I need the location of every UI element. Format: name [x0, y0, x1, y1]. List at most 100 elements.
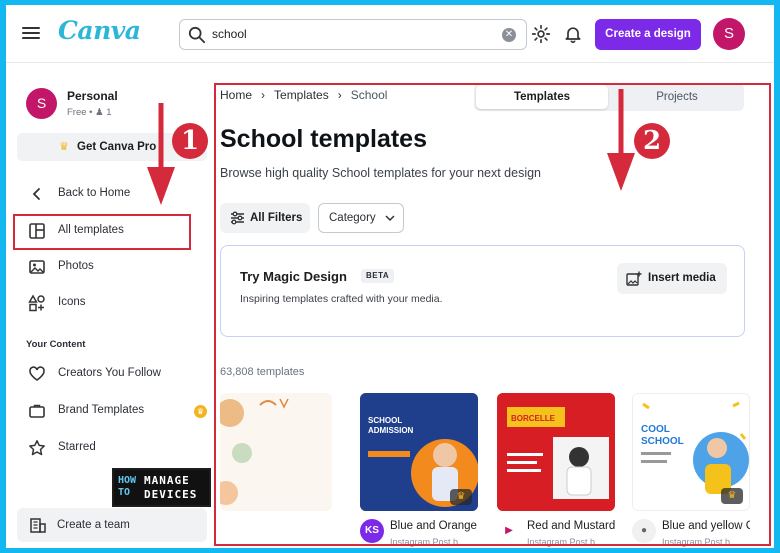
- templates-icon: [29, 223, 45, 239]
- chevron-right-icon: ›: [261, 88, 266, 102]
- chevron-right-icon: ›: [337, 88, 342, 102]
- annotation-number-2: 2: [634, 123, 670, 159]
- clear-search-icon[interactable]: ✕: [502, 28, 516, 42]
- card-title: Red and Mustard Borcelle School: [527, 520, 615, 532]
- sidebar-item-label: Photos: [58, 260, 94, 272]
- back-to-home[interactable]: Back to Home: [24, 180, 208, 208]
- crown-icon: ♛: [721, 488, 743, 504]
- template-card[interactable]: SCHOOLADMISSION ♛ KS Blue and Orange Sch…: [360, 393, 478, 548]
- account-name[interactable]: Personal: [67, 89, 118, 103]
- annotation-number-1: 1: [172, 123, 208, 159]
- breadcrumb-home[interactable]: Home: [220, 88, 252, 102]
- create-team-button[interactable]: Create a team: [17, 508, 207, 542]
- svg-text:COOL: COOL: [641, 424, 670, 435]
- beta-badge: BETA: [361, 269, 395, 283]
- main-content: Home › Templates › School Templates Projects…: [212, 63, 774, 548]
- template-thumbnail: BORCELLE: [497, 393, 615, 511]
- template-thumbnail: [220, 393, 332, 511]
- sidebar-item-all-templates[interactable]: All templates: [24, 217, 208, 245]
- search-icon: [188, 26, 206, 44]
- card-subtitle: Instagram Post b...: [527, 537, 603, 547]
- page-title: School templates: [220, 125, 427, 153]
- crown-icon: ♛: [59, 141, 69, 153]
- crown-icon: ♛: [450, 489, 472, 505]
- card-meta: ● Blue and yellow Cool School Instagram …: [632, 511, 750, 548]
- template-card[interactable]: COOLSCHOOL ♛ ● Blue and yellow Cool Scho…: [632, 393, 750, 548]
- card-meta: [220, 511, 332, 548]
- insert-media-label: Insert media: [648, 272, 716, 284]
- sidebar-item-icons[interactable]: Icons: [24, 289, 208, 317]
- insert-media-button[interactable]: Insert media: [617, 263, 727, 294]
- how-to-manage-devices-logo: HOW TO MANAGE DEVICES: [112, 468, 211, 507]
- sidebar-item-label: Creators You Follow: [58, 367, 161, 379]
- search-input[interactable]: school: [212, 27, 247, 41]
- get-pro-label: Get Canva Pro: [77, 141, 157, 153]
- template-card[interactable]: [220, 393, 332, 548]
- filter-sliders-icon: [231, 211, 244, 225]
- card-meta: KS Blue and Orange School Admission Inst…: [360, 511, 478, 548]
- sidebar-item-label: Starred: [58, 441, 96, 453]
- heart-icon: [29, 366, 45, 381]
- briefcase-icon: [29, 404, 45, 418]
- photo-icon: [29, 260, 45, 274]
- breadcrumb-templates[interactable]: Templates: [274, 88, 329, 102]
- card-meta: ▶ Red and Mustard Borcelle School Instag…: [497, 511, 615, 548]
- card-subtitle: Instagram Post b...: [662, 537, 738, 547]
- all-filters-button[interactable]: All Filters: [220, 203, 310, 233]
- your-content-heading: Your Content: [26, 339, 86, 350]
- chevron-left-icon: [32, 188, 40, 200]
- image-add-icon: [626, 271, 642, 286]
- account-plan: Free • ♟ 1: [67, 107, 112, 118]
- sidebar-item-creators[interactable]: Creators You Follow: [24, 360, 208, 388]
- search-bar[interactable]: school ✕: [179, 19, 527, 50]
- creator-avatar: ▶: [497, 519, 521, 543]
- creator-avatar: KS: [360, 519, 384, 543]
- watermark-manage-devices: MANAGE DEVICES: [144, 474, 198, 501]
- sidebar-item-label: Brand Templates: [58, 404, 145, 416]
- view-toggle: Templates Projects: [474, 83, 744, 111]
- sidebar-item-label: Icons: [58, 296, 86, 308]
- tab-projects[interactable]: Projects: [612, 85, 742, 109]
- bell-icon[interactable]: [563, 24, 583, 44]
- breadcrumb-school: School: [350, 88, 388, 102]
- chevron-down-icon: [385, 215, 395, 222]
- building-icon: [30, 518, 46, 533]
- category-dropdown[interactable]: Category: [318, 203, 404, 233]
- sidebar-item-brand-templates[interactable]: Brand Templates ♛: [24, 397, 208, 425]
- sidebar-item-starred[interactable]: Starred: [24, 434, 208, 462]
- magic-design-subtitle: Inspiring templates crafted with your me…: [240, 293, 443, 305]
- creator-avatar: ●: [632, 519, 656, 543]
- card-title: Blue and yellow Cool School: [662, 520, 750, 532]
- tab-templates[interactable]: Templates: [476, 85, 608, 109]
- svg-text:SCHOOL: SCHOOL: [641, 436, 684, 447]
- star-icon: [29, 440, 45, 456]
- account-avatar[interactable]: S: [26, 88, 57, 119]
- sidebar-item-photos[interactable]: Photos: [24, 253, 208, 281]
- gear-icon[interactable]: [531, 24, 551, 44]
- category-label: Category: [329, 212, 376, 224]
- borcelle-school-thumbnail: BORCELLE: [497, 393, 615, 511]
- sidebar-item-label: All templates: [58, 224, 124, 236]
- all-filters-label: All Filters: [250, 212, 303, 224]
- template-card[interactable]: BORCELLE ▶ Red and Mustard Borcelle Scho…: [497, 393, 615, 548]
- svg-text:SCHOOL: SCHOOL: [368, 416, 402, 425]
- app-frame: Canva school ✕ Create a design S S Perso…: [6, 5, 774, 548]
- watermark-how-to: HOW TO: [118, 475, 137, 498]
- page-subtitle: Browse high quality School templates for…: [220, 166, 542, 180]
- create-team-label: Create a team: [57, 519, 130, 531]
- floral-frame-thumbnail: [220, 398, 289, 505]
- svg-text:BORCELLE: BORCELLE: [511, 414, 556, 423]
- canva-logo[interactable]: Canva: [58, 16, 141, 45]
- card-subtitle: Instagram Post b...: [390, 537, 466, 547]
- back-to-home-label: Back to Home: [58, 187, 131, 199]
- top-bar: Canva school ✕ Create a design S: [6, 5, 774, 63]
- magic-design-title: Try Magic Design: [240, 269, 347, 284]
- create-design-button[interactable]: Create a design: [595, 19, 701, 50]
- crown-icon: ♛: [194, 405, 207, 418]
- shapes-icon: [28, 294, 45, 312]
- breadcrumb: Home › Templates › School: [220, 88, 387, 102]
- hamburger-menu-icon[interactable]: [22, 24, 40, 42]
- card-title: Blue and Orange School Admission: [390, 520, 478, 532]
- avatar[interactable]: S: [713, 18, 745, 50]
- template-count: 63,808 templates: [220, 366, 305, 378]
